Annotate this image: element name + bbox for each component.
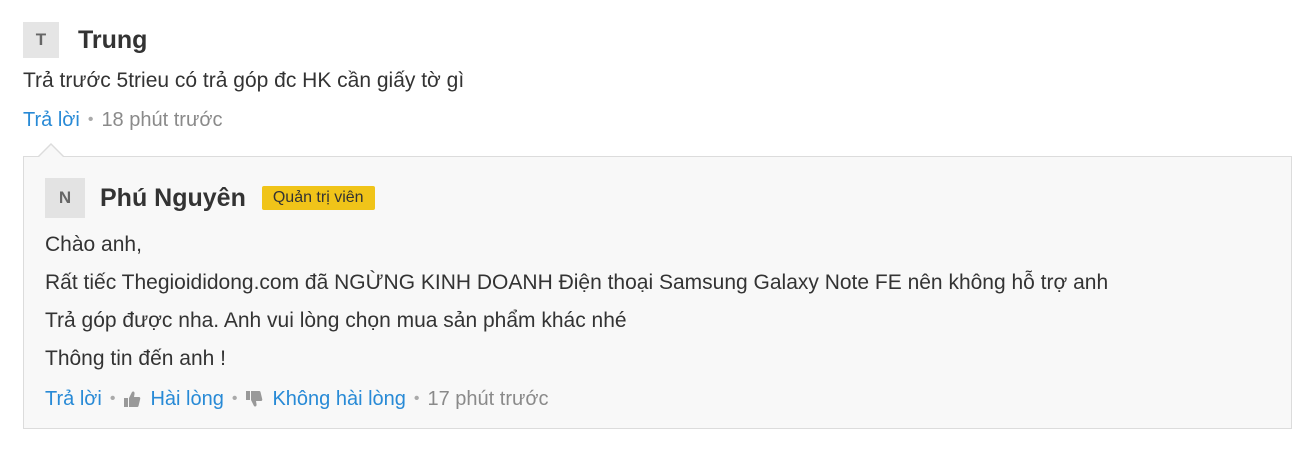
avatar: N — [45, 178, 85, 218]
reply-actions: Trả lời • Hài lòng • Không hài lòng • 17… — [45, 384, 549, 414]
comment-timestamp: 18 phút trước — [101, 108, 223, 131]
reply-timestamp: 17 phút trước — [427, 387, 549, 410]
reply-link[interactable]: Trả lời — [45, 388, 102, 411]
comment-header: T Trung — [23, 22, 147, 58]
separator-dot: • — [109, 390, 116, 407]
dislike-button[interactable]: Không hài lòng — [245, 387, 406, 411]
comment-author: Trung — [78, 25, 148, 54]
like-label: Hài lòng — [150, 387, 224, 410]
reply-line: Trả góp được nha. Anh vui lòng chọn mua … — [45, 309, 627, 332]
separator-dot: • — [231, 390, 238, 407]
thumbs-down-icon — [246, 391, 263, 407]
reply-author: Phú Nguyên — [100, 183, 246, 212]
comment-actions: Trả lời • 18 phút trước — [23, 105, 222, 135]
reply-line: Chào anh, — [45, 233, 142, 256]
reply-header: N Phú Nguyên Quản trị viên — [45, 178, 375, 218]
reply-link[interactable]: Trả lời — [23, 109, 80, 132]
comment-text: Trả trước 5trieu có trả góp đc HK cần gi… — [23, 69, 465, 92]
thumbs-up-icon — [124, 391, 141, 408]
like-button[interactable]: Hài lòng — [123, 387, 224, 411]
dislike-label: Không hài lòng — [272, 387, 406, 410]
reply-text: Chào anh, Rất tiếc Thegioididong.com đã … — [45, 226, 1108, 378]
admin-reply: N Phú Nguyên Quản trị viên Chào anh, Rất… — [23, 156, 1292, 429]
reply-line: Thông tin đến anh ! — [45, 347, 226, 370]
reply-arrow-fill — [38, 145, 64, 158]
avatar: T — [23, 22, 59, 58]
reply-line: Rất tiếc Thegioididong.com đã NGỪNG KINH… — [45, 271, 1109, 294]
admin-badge: Quản trị viên — [261, 186, 375, 210]
separator-dot: • — [413, 390, 420, 407]
comment-thread: T Trung Trả trước 5trieu có trả góp đc H… — [0, 0, 1316, 456]
separator-dot: • — [87, 111, 94, 128]
